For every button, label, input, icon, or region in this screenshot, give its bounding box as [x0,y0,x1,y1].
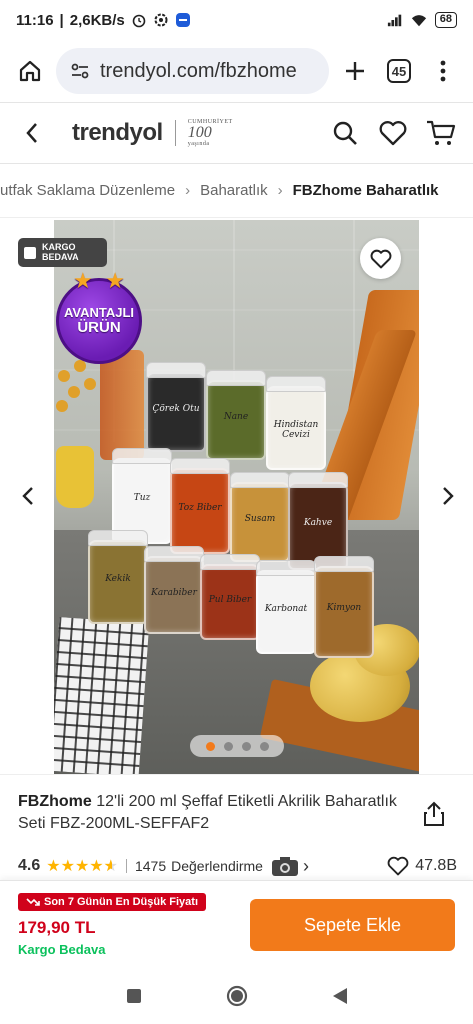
share-icon [424,801,444,826]
spice-jar: Nane [206,370,266,460]
battery-indicator: 68 [434,12,457,28]
logo-divider [174,120,176,146]
share-button[interactable] [423,801,445,832]
image-pagination [190,735,284,757]
alarm-icon [132,14,146,28]
status-time: 11:16 [16,11,54,29]
chevron-left-icon [22,487,33,505]
pagination-dot[interactable] [241,741,251,751]
product-info: FBZhome 12'li 200 ml Şeffaf Etiketli Akr… [0,774,473,880]
spice-jar: Pul Biber [200,554,260,640]
favorites-button[interactable] [375,115,411,151]
rating-stars: ★★★★★ ★ [46,858,118,875]
rating-row: 4.6 ★★★★★ ★ 1475 Değerlendirme › 47.8B [18,855,457,877]
chevron-left-icon [26,123,37,143]
checkered-towel [54,617,150,774]
tab-count: 45 [387,59,411,83]
trendyol-logo[interactable]: trendyol [72,119,163,147]
breadcrumb: utfak Saklama Düzenleme › Baharatlık › F… [0,164,473,218]
breadcrumb-current[interactable]: FBZhome Baharatlık [293,182,439,199]
chevron-right-icon: › [185,182,191,199]
breadcrumb-item[interactable]: utfak Saklama Düzenleme [0,182,175,199]
heart-icon [387,856,409,876]
star-icon: ★ [73,268,93,293]
spice-jar: Çörek Otu [146,362,206,452]
advantage-product-badge: ★ ★ AVANTAJLI ÜRÜN [56,269,142,364]
back-nav-icon[interactable] [332,987,348,1005]
address-bar[interactable]: trendyol.com/fbzhomе [56,48,329,94]
chevron-right-icon [443,487,454,505]
breadcrumb-item[interactable]: Baharatlık [200,182,268,199]
cumhuriyet-100-logo: CUMHURİYET 100 yaşında [187,119,233,147]
new-tab-button[interactable] [337,53,373,89]
oil-bottle [100,350,144,460]
home-nav-icon[interactable] [226,985,248,1007]
trend-down-icon [26,898,40,906]
settings-icon [154,13,168,27]
browser-menu-button[interactable] [425,53,461,89]
yellow-vase [56,446,94,508]
box-icon [24,246,36,259]
spice-jar: Toz Biber [170,458,230,554]
browser-toolbar: trendyol.com/fbzhomе 45 [0,40,473,102]
site-header: trendyol CUMHURİYET 100 yaşında [0,102,473,164]
product-brand[interactable]: FBZhome [18,793,92,810]
spice-jar: Hindistan Cevizi [266,376,326,470]
site-settings-icon [71,63,89,79]
tab-switcher-button[interactable]: 45 [381,53,417,89]
add-to-cart-button[interactable]: Sepete Ekle [250,899,455,951]
pagination-dot[interactable] [259,741,269,751]
chevron-right-icon: › [277,182,283,199]
home-icon [19,60,41,82]
next-image-button[interactable] [438,483,458,509]
spice-jar: Kekik [88,530,148,624]
review-count[interactable]: 1475 [135,858,166,874]
add-to-favorites-button[interactable] [360,238,401,279]
back-button[interactable] [14,115,50,151]
more-vertical-icon [440,60,446,82]
search-icon [333,121,357,145]
url-text: trendyol.com/fbzhomе [100,59,297,82]
rating-value: 4.6 [18,857,41,874]
cart-icon [427,120,456,145]
heart-icon [370,249,391,268]
plus-icon [346,62,364,80]
system-navigation-bar [0,968,473,1024]
pagination-dot[interactable] [223,741,233,751]
review-label[interactable]: Değerlendirme [171,858,263,874]
cart-button[interactable] [423,115,459,151]
camera-icon[interactable] [271,855,299,877]
spice-jar: Kimyon [314,556,374,658]
purchase-bar: Son 7 Günün En Düşük Fiyatı 179,90 TL Ka… [0,880,473,968]
wifi-icon [411,15,426,27]
search-button[interactable] [327,115,363,151]
network-speed: 2,6KB/s [69,11,125,29]
pagination-dot[interactable] [205,741,215,751]
free-shipping-badge: KARGO BEDAVA [18,238,107,267]
signal-icon [387,14,401,27]
lowest-price-badge: Son 7 Günün En Düşük Fiyatı [18,893,207,911]
heart-icon [379,121,407,146]
product-title: FBZhome 12'li 200 ml Şeffaf Etiketli Akr… [18,791,398,835]
status-bar: 11:16 | 2,6KB/s 68 [0,0,473,40]
spice-jar: Karbonat [256,560,316,654]
star-icon: ★ [105,268,125,293]
home-button[interactable] [12,53,48,89]
chevron-right-icon[interactable]: › [303,856,309,877]
spice-jar: Karabiber [144,546,204,634]
spice-jar: Susam [230,472,290,562]
product-gallery[interactable]: Çörek Otu Nane Hindistan Cevizi Tuz Toz … [0,218,473,774]
app-notification-icon [175,13,190,27]
favorite-count[interactable]: 47.8B [387,856,457,876]
recent-apps-icon[interactable] [126,988,142,1004]
previous-image-button[interactable] [18,483,38,509]
